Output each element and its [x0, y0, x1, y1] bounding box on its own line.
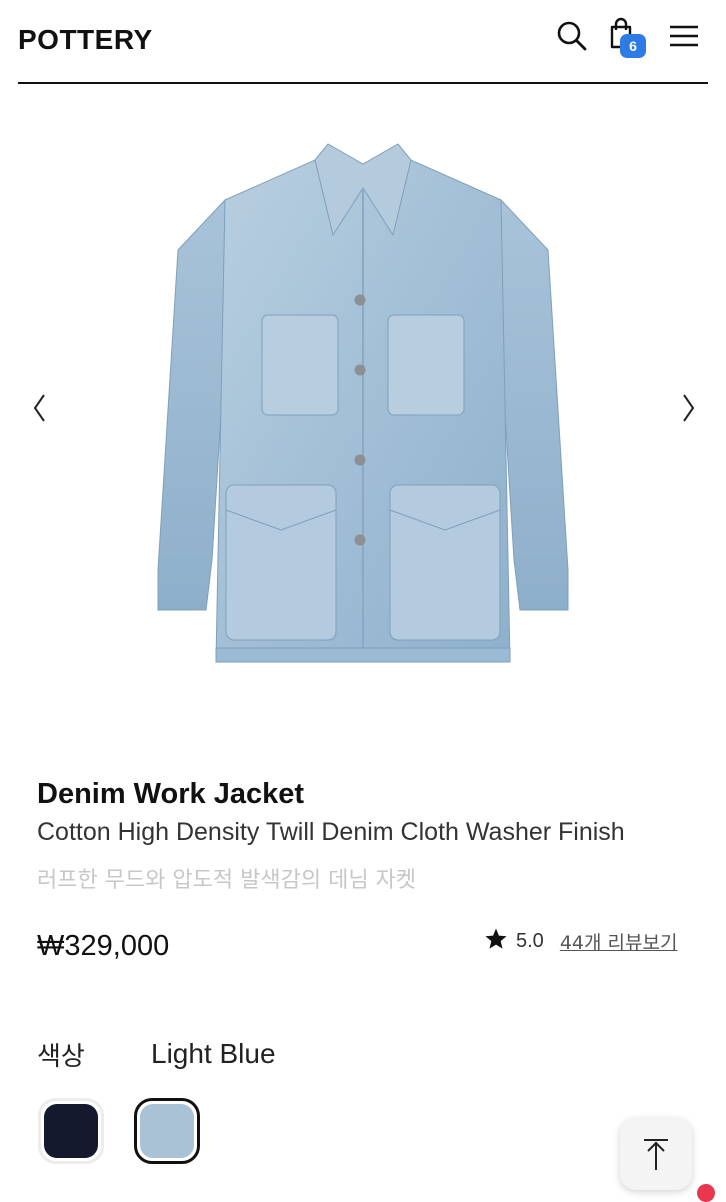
search-icon[interactable]	[554, 18, 590, 54]
selected-color-name: Light Blue	[151, 1038, 276, 1069]
swatch-fill	[140, 1104, 194, 1158]
chevron-right-icon[interactable]	[674, 390, 702, 426]
product-price: ₩329,000	[37, 930, 170, 962]
reviews-link[interactable]: 44개 리뷰보기	[560, 928, 678, 955]
product-rating: 5.0 44개 리뷰보기	[484, 926, 677, 956]
notification-dot	[697, 1184, 715, 1202]
brand-logo[interactable]: POTTERY	[18, 24, 153, 56]
star-icon	[484, 927, 508, 955]
arrow-up-icon	[644, 1139, 668, 1170]
product-description: 러프한 무드와 압도적 발색감의 데님 자켓	[37, 868, 417, 893]
product-title: Denim Work Jacket	[37, 778, 305, 810]
cart-count-badge: 6	[620, 34, 646, 58]
product-subtitle: Cotton High Density Twill Denim Cloth Wa…	[37, 818, 625, 846]
product-image	[157, 143, 569, 663]
color-swatch-light-blue[interactable]	[134, 1098, 200, 1164]
chevron-left-icon[interactable]	[26, 390, 54, 426]
product-image-gallery[interactable]	[0, 100, 726, 740]
color-swatch-navy[interactable]	[38, 1098, 104, 1164]
site-header: POTTERY 6	[0, 0, 726, 84]
menu-icon[interactable]	[666, 18, 702, 54]
header-divider	[18, 82, 708, 84]
swatch-fill	[44, 1104, 98, 1158]
scroll-to-top-button[interactable]	[620, 1118, 692, 1190]
color-option-label: 색상	[37, 1042, 85, 1072]
rating-score: 5.0	[516, 929, 544, 952]
